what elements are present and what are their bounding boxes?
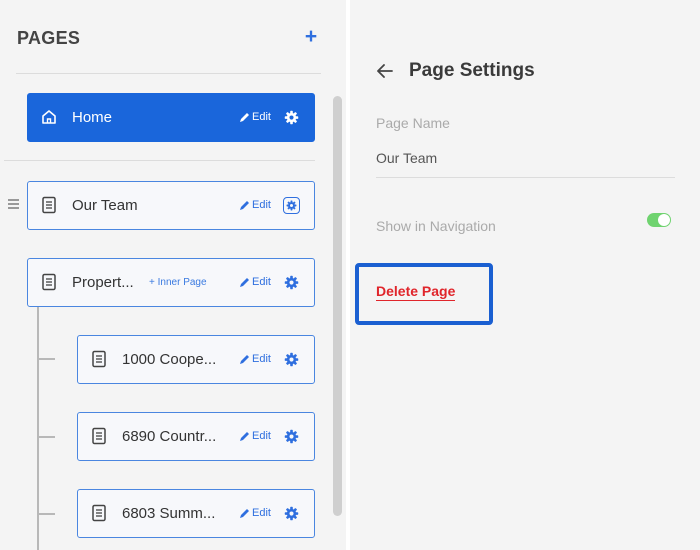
gear-icon[interactable]	[284, 506, 299, 521]
page-item-our-team[interactable]: Our Team Edit	[27, 181, 315, 230]
edit-page-button[interactable]: Edit	[239, 352, 271, 366]
page-item-child[interactable]: 1000 Coope... Edit	[77, 335, 315, 384]
edit-page-button[interactable]: Edit	[239, 429, 271, 443]
pencil-icon	[240, 431, 249, 441]
header-divider	[16, 73, 321, 74]
edit-label: Edit	[252, 199, 271, 211]
page-item-label: 1000 Coope...	[122, 351, 217, 368]
pages-title: PAGES	[17, 28, 81, 48]
add-inner-page-button[interactable]: + Inner Page	[149, 277, 207, 288]
document-icon	[92, 427, 106, 445]
page-item-label: 6803 Summ...	[122, 505, 216, 522]
page-item-home[interactable]: Home Edit	[27, 93, 315, 142]
edit-label: Edit	[252, 430, 271, 442]
page-name-label: Page Name	[376, 115, 450, 131]
document-icon	[92, 504, 106, 522]
page-item-label: Home	[72, 109, 113, 126]
page-item-label: 6890 Countr...	[122, 428, 217, 445]
settings-title: Page Settings	[409, 60, 535, 81]
gear-icon	[286, 200, 297, 211]
add-page-button[interactable]: +	[302, 26, 320, 48]
gear-icon[interactable]	[284, 110, 299, 125]
page-name-input[interactable]: Our Team	[376, 150, 437, 166]
pencil-icon	[240, 112, 249, 122]
pencil-icon	[240, 277, 249, 287]
show-in-nav-toggle[interactable]	[647, 213, 671, 227]
page-item-child[interactable]: 6803 Summ... Edit	[77, 489, 315, 538]
gear-icon[interactable]	[284, 275, 299, 290]
gear-icon[interactable]	[284, 352, 299, 367]
edit-page-button[interactable]: Edit	[239, 110, 271, 124]
home-icon	[42, 110, 56, 124]
edit-label: Edit	[252, 353, 271, 365]
edit-page-button[interactable]: Edit	[239, 506, 271, 520]
plus-icon: +	[304, 25, 318, 48]
tree-connector	[37, 513, 55, 515]
page-item-properties[interactable]: Propert... + Inner Page Edit	[27, 258, 315, 307]
document-icon	[92, 350, 106, 368]
pages-sidebar: PAGES + Home Edit Our Team Edit Propert.…	[0, 0, 346, 550]
document-icon	[42, 196, 56, 214]
page-name-underline	[376, 177, 675, 178]
back-arrow-icon[interactable]	[375, 61, 395, 81]
page-item-label: Our Team	[72, 197, 138, 214]
edit-page-button[interactable]: Edit	[239, 198, 271, 212]
gear-icon[interactable]	[284, 429, 299, 444]
home-divider	[4, 160, 315, 161]
toggle-knob	[658, 214, 670, 226]
show-in-nav-label: Show in Navigation	[376, 218, 496, 234]
page-item-label: Propert...	[72, 274, 134, 291]
pencil-icon	[240, 200, 249, 210]
tree-connector	[37, 358, 55, 360]
edit-page-button[interactable]: Edit	[239, 275, 271, 289]
pencil-icon	[240, 354, 249, 364]
edit-label: Edit	[252, 507, 271, 519]
scrollbar-thumb[interactable]	[333, 96, 342, 516]
document-icon	[42, 273, 56, 291]
settings-button-selected[interactable]	[283, 197, 300, 214]
edit-label: Edit	[252, 111, 271, 123]
tree-connector	[37, 436, 55, 438]
edit-label: Edit	[252, 276, 271, 288]
pencil-icon	[240, 508, 249, 518]
page-item-child[interactable]: 6890 Countr... Edit	[77, 412, 315, 461]
drag-handle[interactable]	[8, 199, 19, 209]
delete-page-button[interactable]: Delete Page	[376, 283, 456, 301]
